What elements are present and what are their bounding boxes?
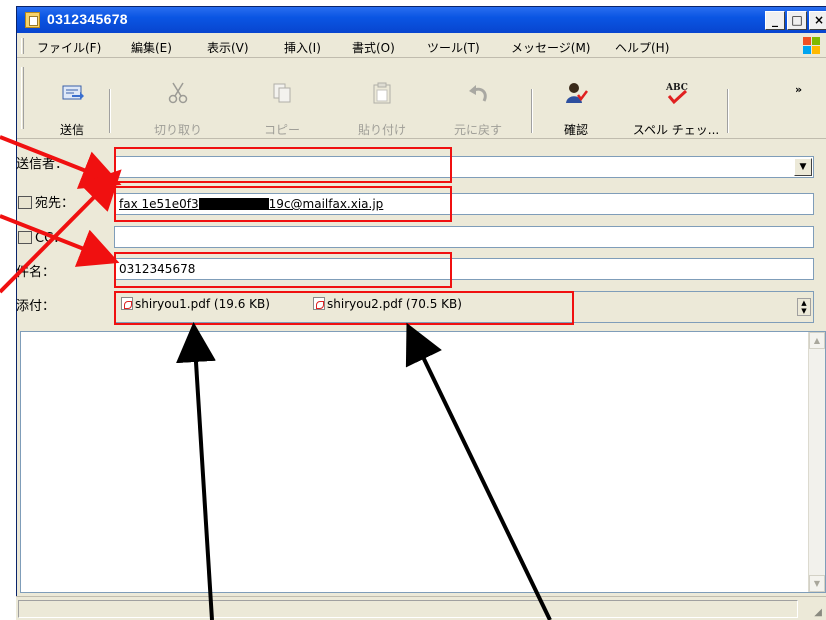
scroll-up-icon[interactable]: ▲	[809, 332, 825, 349]
annotation-box-attachments	[114, 291, 574, 325]
toolbar-separator	[531, 89, 533, 133]
menu-bar: ファイル(F) 編集(E) 表示(V) 挿入(I) 書式(O) ツール(T) メ…	[17, 34, 826, 58]
address-book-icon	[18, 231, 32, 244]
cc-label[interactable]: CC：	[18, 227, 66, 246]
window-title: 0312345678	[47, 11, 128, 27]
annotation-box-subject	[114, 252, 452, 288]
toolbar: 送信 切り取り コピー 貼り付け 元に戻す 確認 ABC スペル チェッ...	[17, 59, 826, 139]
cc-field[interactable]	[114, 226, 814, 248]
status-bar: ◢	[16, 596, 826, 620]
paste-button[interactable]: 貼り付け	[347, 59, 417, 139]
chevron-down-icon[interactable]: ▼	[794, 158, 812, 176]
address-book-icon	[18, 196, 32, 209]
scissors-icon	[168, 82, 188, 104]
spell-check-label: スペル チェッ...	[632, 123, 720, 137]
message-body[interactable]: ▲ ▼	[20, 331, 826, 593]
menu-insert[interactable]: 挿入(I)	[284, 39, 321, 56]
cut-button[interactable]: 切り取り	[143, 59, 213, 139]
menu-format[interactable]: 書式(O)	[352, 39, 395, 56]
check-names-icon	[566, 83, 588, 103]
copy-button[interactable]: コピー	[247, 59, 317, 139]
undo-button[interactable]: 元に戻す	[443, 59, 513, 139]
cc-label-text: CC：	[35, 231, 67, 246]
copy-icon	[273, 83, 291, 103]
paste-label: 貼り付け	[357, 123, 406, 137]
send-icon	[62, 85, 84, 100]
clipboard-icon	[373, 82, 391, 104]
menu-help[interactable]: ヘルプ(H)	[615, 39, 669, 56]
spell-check-button[interactable]: ABC スペル チェッ...	[631, 59, 721, 139]
vertical-scrollbar[interactable]: ▲ ▼	[808, 332, 825, 592]
annotation-box-to	[114, 186, 452, 222]
subject-label: 件名：	[16, 265, 56, 280]
status-panel	[18, 600, 798, 618]
toolbar-overflow-icon[interactable]: »	[795, 83, 802, 96]
annotation-box-from	[114, 147, 452, 183]
check-names-button[interactable]: 確認	[541, 59, 611, 139]
maximize-button[interactable]: □	[787, 11, 807, 30]
message-icon	[25, 12, 40, 28]
toolbar-separator	[109, 89, 111, 133]
toolbar-separator	[727, 89, 729, 133]
menu-file[interactable]: ファイル(F)	[37, 39, 101, 56]
check-names-label: 確認	[563, 123, 588, 137]
toolbar-grip[interactable]	[21, 67, 24, 129]
send-label: 送信	[59, 123, 84, 137]
scroll-down-icon[interactable]: ▼	[809, 575, 825, 592]
cut-label: 切り取り	[153, 123, 202, 137]
send-button[interactable]: 送信	[37, 59, 107, 139]
attachment-scroll-icon[interactable]: ▲ ▼	[797, 298, 811, 316]
to-label[interactable]: 宛先：	[18, 192, 74, 211]
menu-tools[interactable]: ツール(T)	[427, 39, 480, 56]
attach-label: 添付：	[16, 299, 56, 314]
copy-label: コピー	[263, 123, 300, 137]
from-label: 送信者：	[16, 157, 69, 172]
menu-edit[interactable]: 編集(E)	[131, 39, 172, 56]
resize-grip-icon[interactable]: ◢	[814, 607, 822, 618]
windows-logo-icon	[803, 37, 821, 55]
undo-icon	[469, 85, 487, 102]
title-bar[interactable]: 0312345678 _ □ ×	[17, 7, 826, 33]
close-button[interactable]: ×	[809, 11, 826, 30]
menu-grip[interactable]	[21, 38, 24, 54]
undo-label: 元に戻す	[453, 123, 502, 137]
to-label-text: 宛先：	[35, 196, 75, 211]
menu-view[interactable]: 表示(V)	[207, 39, 249, 56]
menu-message[interactable]: メッセージ(M)	[511, 39, 590, 56]
minimize-button[interactable]: _	[765, 11, 785, 30]
spell-check-icon: ABC	[665, 83, 688, 105]
